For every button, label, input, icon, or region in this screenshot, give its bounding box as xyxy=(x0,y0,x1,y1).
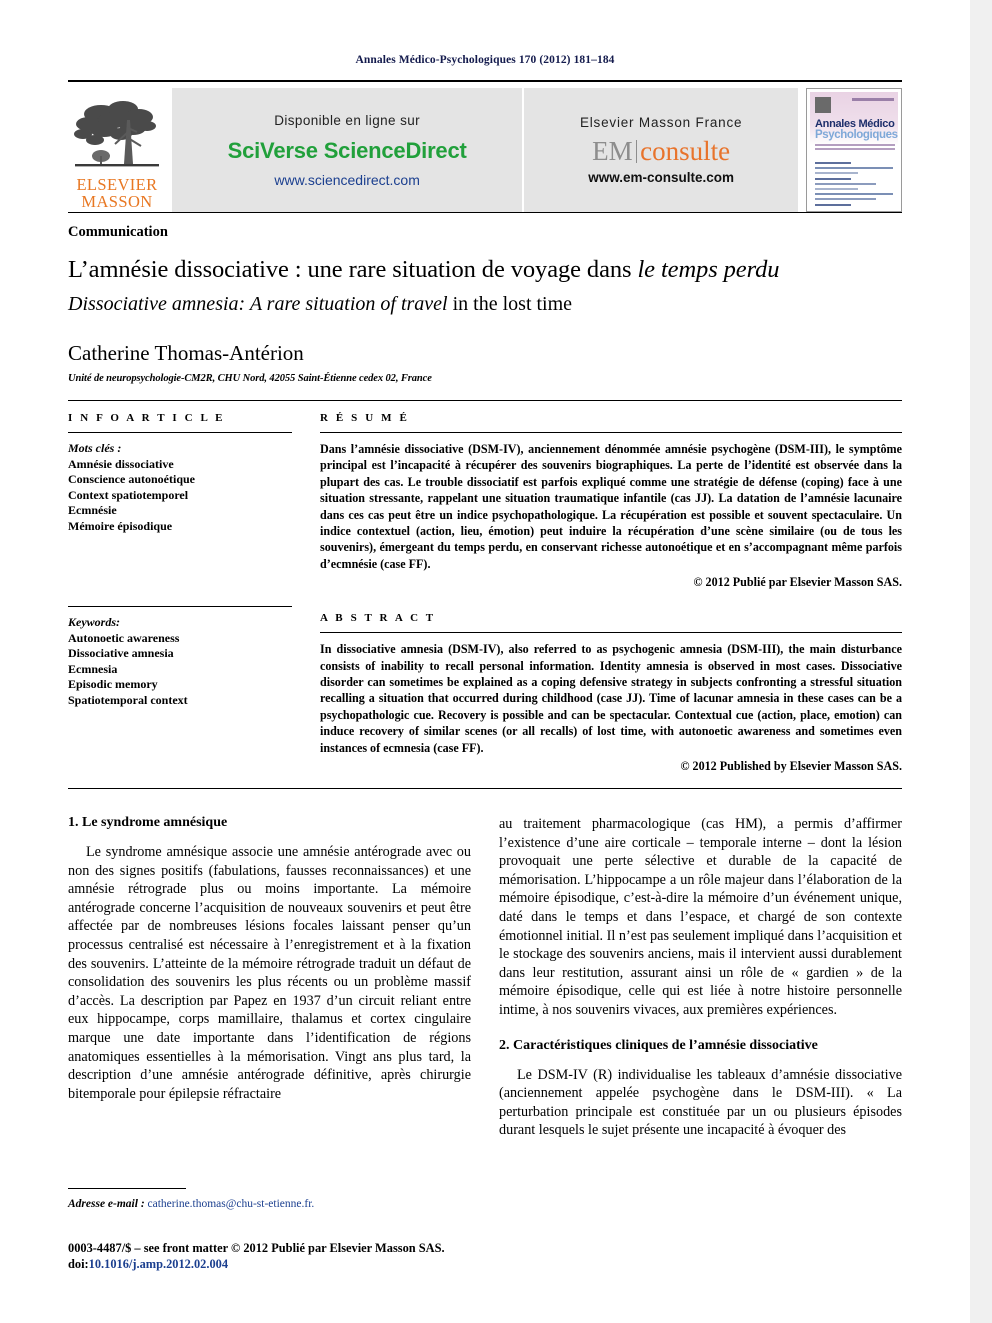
info-article-column: I N F O A R T I C L E Mots clés : Amnési… xyxy=(68,412,320,774)
continued-paragraph: au traitement pharmacologique (cas HM), … xyxy=(499,816,902,1019)
keyword-fr-item: Mémoire épisodique xyxy=(68,518,173,533)
cover-title-line2: Psychologiques xyxy=(815,129,898,141)
cover-subtitle-lines xyxy=(815,144,895,152)
keyword-fr-item: Conscience autonoétique xyxy=(68,472,195,486)
article-title-block: Communication L’amnésie dissociative : u… xyxy=(68,213,902,384)
info-article-rule xyxy=(68,432,292,433)
doi-label: doi: xyxy=(68,1257,89,1271)
body-columns: 1. Le syndrome amnésique Le syndrome amn… xyxy=(68,789,902,1149)
available-online-label: Disponible en ligne sur xyxy=(274,112,421,128)
cover-publisher-badge-icon xyxy=(815,97,831,113)
page-right-gutter xyxy=(970,0,992,1323)
emconsulte-consulte-text: consulte xyxy=(640,136,731,166)
sciverse-sciencedirect-brand: SciVerse ScienceDirect xyxy=(227,137,467,163)
author-email-line: Adresse e-mail : catherine.thomas@chu-st… xyxy=(68,1198,488,1210)
title-fr-italic-part: le temps perdu xyxy=(637,256,780,283)
keywords-en-rule xyxy=(68,606,292,607)
section-1-paragraph: Le syndrome amnésique associe une amnési… xyxy=(68,844,471,1102)
abstract-heading: A B S T R A C T xyxy=(320,612,436,625)
masson-wordmark: MASSON xyxy=(81,192,153,211)
keyword-fr-item: Ecmnésie xyxy=(68,503,117,517)
title-en-roman-part: in the lost time xyxy=(452,293,573,315)
abstract-spacer xyxy=(320,590,902,612)
keywords-spacer xyxy=(68,534,292,606)
footnote-rule xyxy=(68,1188,186,1189)
emconsulte-em-text: EM xyxy=(592,136,633,166)
keyword-en-item: Episodic memory xyxy=(68,677,158,691)
article-type-label: Communication xyxy=(68,224,168,240)
article-page: Annales Médico-Psychologiques 170 (2012)… xyxy=(0,0,992,1323)
keyword-en-item: Ecmnesia xyxy=(68,661,118,676)
article-title-english: Dissociative amnesia: A rare situation o… xyxy=(68,291,902,317)
keyword-fr-item: Context spatiotemporel xyxy=(68,487,189,502)
title-en-italic-part: Dissociative amnesia: A rare situation o… xyxy=(68,293,453,315)
author-affiliation: Unité de neuropsychologie-CM2R, CHU Nord… xyxy=(68,373,432,384)
doi-line: doi:10.1016/j.amp.2012.02.004 xyxy=(68,1256,628,1272)
issn-front-matter-line: 0003-4487/$ – see front matter © 2012 Pu… xyxy=(68,1241,445,1255)
keyword-fr-item: Amnésie dissociative xyxy=(68,456,174,471)
keyword-en-item: Dissociative amnesia xyxy=(68,646,174,660)
abstract-area: I N F O A R T I C L E Mots clés : Amnési… xyxy=(68,401,902,774)
abstract-rule xyxy=(320,632,902,634)
resume-text: Dans l’amnésie dissociative (DSM-IV), an… xyxy=(320,442,902,571)
emconsulte-panel[interactable]: Elsevier Masson France EM consulte www.em… xyxy=(524,88,798,212)
resume-copyright: © 2012 Publié par Elsevier Masson SAS. xyxy=(693,575,903,590)
sciencedirect-panel[interactable]: Disponible en ligne sur SciVerse Science… xyxy=(172,88,523,212)
doi-link[interactable]: 10.1016/j.amp.2012.02.004 xyxy=(89,1257,228,1271)
emconsulte-divider xyxy=(635,140,638,163)
info-article-heading: I N F O A R T I C L E xyxy=(68,412,226,424)
abstract-text: In dissociative amnesia (DSM-IV), also r… xyxy=(320,642,902,755)
elsevier-tree-icon xyxy=(74,101,159,167)
section-1-heading: 1. Le syndrome amnésique xyxy=(68,815,228,831)
title-fr-roman-part: L’amnésie dissociative : une rare situat… xyxy=(68,256,638,283)
page-footer: 0003-4487/$ – see front matter © 2012 Pu… xyxy=(68,1240,628,1272)
publisher-banner: ELSEVIER MASSON Disponible en ligne sur … xyxy=(68,80,902,212)
resume-rule xyxy=(320,432,902,433)
emconsulte-wordmark: EM consulte xyxy=(580,136,742,166)
author-email-link[interactable]: catherine.thomas@chu-st-etienne.fr. xyxy=(148,1198,315,1210)
elsevier-masson-logo: ELSEVIER MASSON xyxy=(68,88,166,212)
elsevier-wordmark: ELSEVIER xyxy=(76,175,158,194)
page-content: Annales Médico-Psychologiques 170 (2012)… xyxy=(0,0,970,1271)
keyword-en-item: Autonoetic awareness xyxy=(68,630,180,645)
body-column-right: au traitement pharmacologique (cas HM), … xyxy=(499,815,902,1149)
section-2-paragraph: Le DSM-IV (R) individualise les tableaux… xyxy=(499,1066,902,1139)
abstract-copyright: © 2012 Published by Elsevier Masson SAS. xyxy=(680,759,902,774)
journal-cover-thumbnail[interactable]: Annales Médico Psychologiques xyxy=(806,88,902,212)
cover-contents-lines xyxy=(815,158,893,208)
email-label: Adresse e-mail : xyxy=(68,1198,145,1210)
section-2-heading: 2. Caractéristiques cliniques de l’amnés… xyxy=(499,1037,818,1053)
running-head: Annales Médico-Psychologiques 170 (2012)… xyxy=(355,54,615,66)
abstracts-column: R É S U M É Dans l’amnésie dissociative … xyxy=(320,412,902,774)
keywords-en-label: Keywords: xyxy=(68,615,120,629)
emconsulte-url[interactable]: www.em-consulte.com xyxy=(580,170,742,185)
elsevier-masson-france-label: Elsevier Masson France xyxy=(579,115,743,130)
article-author: Catherine Thomas-Antérion xyxy=(68,341,304,365)
article-title-french: L’amnésie dissociative : une rare situat… xyxy=(68,255,902,285)
cover-issn-line xyxy=(852,98,894,101)
body-column-left: 1. Le syndrome amnésique Le syndrome amn… xyxy=(68,815,471,1149)
keyword-en-item: Spatiotemporal context xyxy=(68,692,188,707)
sciencedirect-url[interactable]: www.sciencedirect.com xyxy=(228,172,467,188)
resume-heading: R É S U M É xyxy=(320,412,410,424)
footnote-block: Adresse e-mail : catherine.thomas@chu-st… xyxy=(68,1188,488,1210)
keywords-fr-label: Mots clés : xyxy=(68,441,122,455)
